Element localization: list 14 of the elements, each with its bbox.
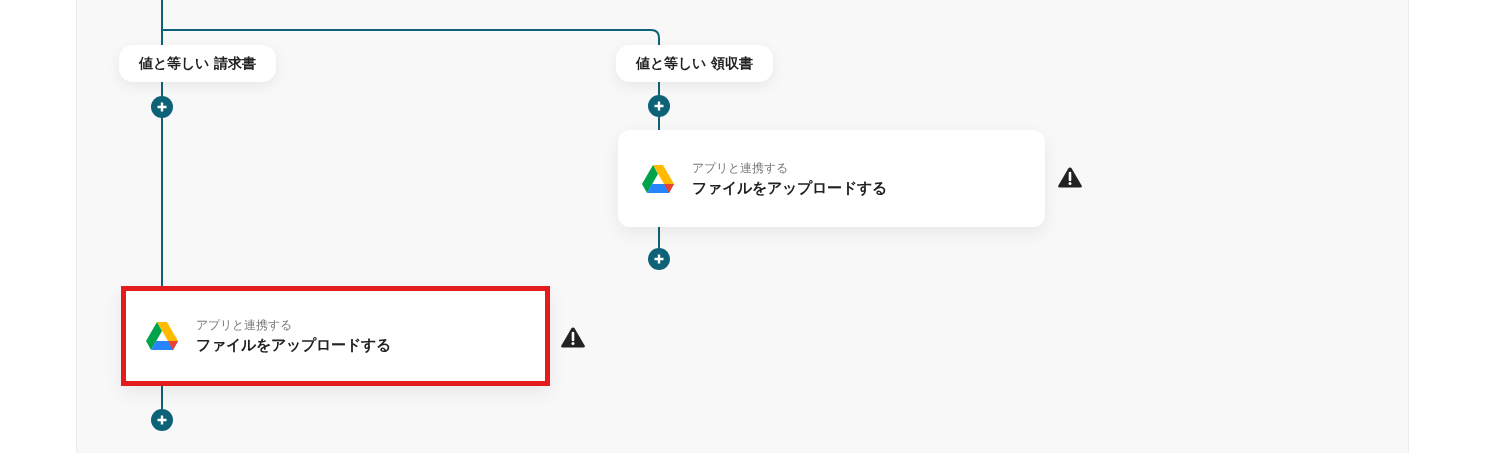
step-card[interactable]: アプリと連携する ファイルをアップロードする: [618, 130, 1045, 227]
step-subtitle: アプリと連携する: [692, 159, 789, 177]
condition-label[interactable]: 値と等しい 領収書: [616, 45, 773, 82]
add-step-icon[interactable]: [648, 95, 670, 117]
step-card[interactable]: アプリと連携する ファイルをアップロードする: [121, 286, 550, 386]
add-step-icon[interactable]: [648, 248, 670, 270]
condition-label[interactable]: 値と等しい 請求書: [119, 45, 276, 82]
drive-icon: [642, 164, 674, 193]
drive-icon: [146, 322, 178, 350]
step-title: ファイルをアップロードする: [196, 336, 391, 355]
step-title: ファイルをアップロードする: [692, 178, 887, 198]
add-step-icon[interactable]: [151, 96, 173, 118]
add-step-icon[interactable]: [151, 409, 173, 431]
step-subtitle: アプリと連携する: [196, 317, 293, 334]
